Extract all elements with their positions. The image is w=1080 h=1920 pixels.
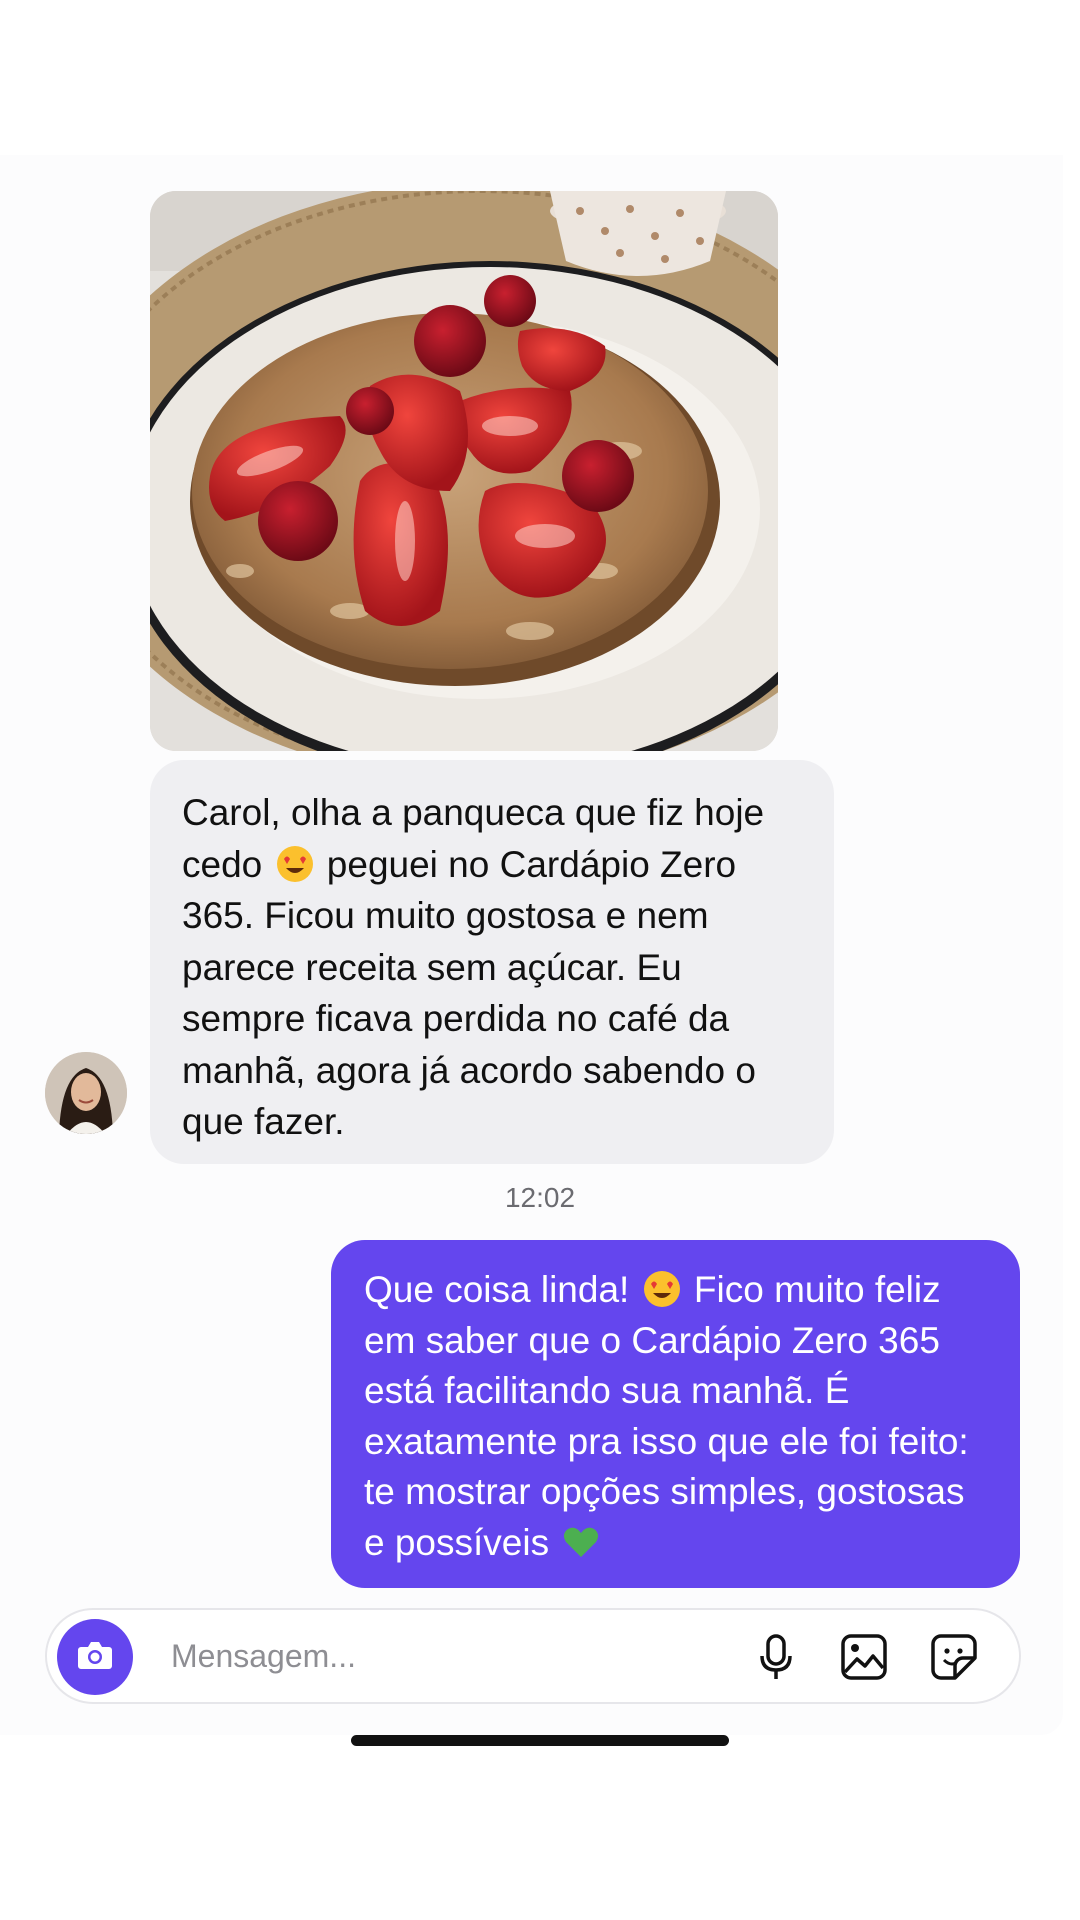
microphone-button[interactable] (749, 1632, 803, 1686)
incoming-message-bubble[interactable]: Carol, olha a panqueca que fiz hoje cedo… (150, 760, 834, 1164)
camera-icon (73, 1633, 117, 1682)
outgoing-message-text-start: Que coisa linda! (364, 1269, 630, 1310)
message-timestamp: 12:02 (504, 1182, 576, 1213)
gallery-button[interactable] (837, 1632, 891, 1686)
message-composer (45, 1608, 1021, 1704)
heart-eyes-emoji-icon (275, 844, 315, 884)
microphone-icon (754, 1632, 798, 1687)
message-input[interactable] (171, 1632, 611, 1680)
heart-eyes-emoji-icon (642, 1269, 682, 1309)
contact-avatar[interactable] (45, 1052, 127, 1134)
outgoing-message-text-middle: Fico muito feliz em saber que o Cardápio… (364, 1269, 969, 1563)
pancake-photo[interactable] (150, 191, 778, 751)
outgoing-message-bubble[interactable]: Que coisa linda! Fico muito feliz em sab… (331, 1240, 1020, 1588)
gallery-icon (839, 1632, 889, 1687)
sticker-icon (929, 1632, 979, 1687)
incoming-message-text-end: peguei no Cardápio Zero 365. Ficou muito… (182, 843, 756, 1143)
sticker-button[interactable] (927, 1632, 981, 1686)
camera-button[interactable] (57, 1619, 133, 1695)
home-indicator[interactable] (351, 1735, 729, 1746)
green-heart-emoji-icon (561, 1522, 601, 1562)
